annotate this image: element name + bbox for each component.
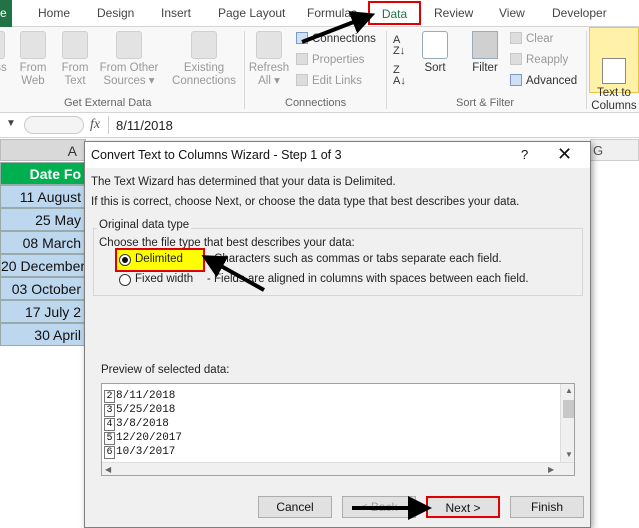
- funnel-icon: [472, 31, 498, 59]
- formula-bar: ▼ fx 8/11/2018: [0, 113, 639, 138]
- ribbon: ss From Web From Text From Other Sources…: [0, 27, 639, 113]
- sort-icon: [422, 31, 448, 59]
- cell-a4[interactable]: 08 March: [0, 231, 86, 254]
- instruction-text: If this is correct, choose Next, or choo…: [91, 196, 520, 208]
- detected-text: The Text Wizard has determined that your…: [91, 176, 396, 188]
- cell-a5[interactable]: 20 December: [0, 254, 86, 277]
- from-web-button[interactable]: From Web: [16, 31, 50, 88]
- tab-data[interactable]: Data: [368, 1, 421, 25]
- group-label-connections: Connections: [285, 97, 347, 109]
- tab-review[interactable]: Review: [434, 6, 473, 20]
- text-file-icon: [62, 31, 88, 59]
- properties-icon: [296, 53, 308, 65]
- group-divider: [386, 31, 387, 109]
- fixed-width-label[interactable]: Fixed width: [135, 273, 193, 285]
- advanced-filter-icon: [510, 74, 522, 86]
- preview-vertical-scrollbar[interactable]: ▲ ▼: [560, 384, 574, 462]
- folder-icon: [191, 31, 217, 59]
- delimited-description: - Characters such as commas or tabs sepa…: [207, 253, 502, 265]
- tab-home[interactable]: Home: [38, 6, 70, 20]
- preview-row: 2 8/11/2018: [104, 390, 175, 403]
- filter-button[interactable]: Filter: [466, 31, 504, 75]
- database-icon: [0, 31, 5, 59]
- tab-insert[interactable]: Insert: [161, 6, 191, 20]
- preview-row: 5 12/20/2017: [104, 432, 182, 445]
- edit-links-button[interactable]: Edit Links: [296, 74, 362, 87]
- cell-a1[interactable]: Date Fo: [0, 162, 86, 185]
- cell-a7[interactable]: 17 July 2: [0, 300, 86, 323]
- scroll-right-icon[interactable]: ▶: [548, 465, 554, 474]
- scroll-up-icon[interactable]: ▲: [565, 386, 573, 395]
- fixed-width-description: - Fields are aligned in columns with spa…: [207, 273, 529, 285]
- formula-divider: [108, 116, 109, 134]
- reapply-button[interactable]: Reapply: [510, 53, 568, 66]
- cell-a3[interactable]: 25 May: [0, 208, 86, 231]
- cell-a2[interactable]: 11 August: [0, 185, 86, 208]
- advanced-button[interactable]: Advanced: [510, 74, 577, 87]
- name-box-dropdown-icon[interactable]: ▼: [6, 118, 16, 129]
- delimited-radio[interactable]: [119, 254, 131, 266]
- cell-a8[interactable]: 30 April: [0, 323, 86, 346]
- preview-row: 4 3/8/2018: [104, 418, 169, 431]
- column-header-a[interactable]: A: [0, 139, 86, 161]
- text-to-columns-button[interactable]: Text to Columns: [589, 27, 639, 112]
- group-legend: Original data type: [97, 219, 192, 231]
- link-icon: [296, 74, 308, 86]
- cell-a6[interactable]: 03 October: [0, 277, 86, 300]
- group-divider: [244, 31, 245, 109]
- preview-row: 6 10/3/2017: [104, 446, 175, 459]
- tab-page-layout[interactable]: Page Layout: [218, 6, 285, 20]
- globe-icon: [20, 31, 46, 59]
- refresh-all-button[interactable]: Refresh All ▾: [248, 31, 290, 88]
- group-label-sort-filter: Sort & Filter: [456, 97, 515, 109]
- formula-input[interactable]: 8/11/2018: [116, 118, 173, 133]
- from-text-button[interactable]: From Text: [58, 31, 92, 88]
- tab-design[interactable]: Design: [97, 6, 134, 20]
- text-to-columns-icon: [602, 58, 626, 84]
- tab-file[interactable]: e: [0, 0, 12, 27]
- finish-button[interactable]: Finish: [510, 496, 584, 518]
- from-other-sources-button[interactable]: From Other Sources ▾: [96, 31, 162, 88]
- data-preview[interactable]: 2 8/11/2018 3 5/25/2018 4 3/8/2018 5 12/20/2…: [101, 383, 575, 476]
- existing-connections-button[interactable]: Existing Connections: [168, 31, 240, 88]
- preview-row: 3 5/25/2018: [104, 404, 175, 417]
- dialog-title-bar[interactable]: Convert Text to Columns Wizard - Step 1 …: [85, 142, 590, 168]
- delimited-label[interactable]: Delimited: [135, 253, 183, 265]
- back-button[interactable]: < Back: [342, 496, 416, 518]
- name-box[interactable]: [24, 116, 84, 134]
- scroll-left-icon[interactable]: ◀: [105, 465, 111, 474]
- sort-az-icon[interactable]: A Z↓: [393, 35, 405, 57]
- reapply-icon: [510, 53, 522, 65]
- refresh-icon: [256, 31, 282, 59]
- clear-filter-icon: [510, 32, 522, 44]
- database-icon: [116, 31, 142, 59]
- scrollbar-thumb[interactable]: [563, 400, 574, 418]
- clear-button[interactable]: Clear: [510, 32, 553, 45]
- dialog-title: Convert Text to Columns Wizard - Step 1 …: [91, 148, 342, 162]
- partial-left-button[interactable]: ss: [0, 31, 8, 75]
- fx-icon[interactable]: fx: [90, 117, 100, 133]
- sort-za-icon[interactable]: Z A↓: [393, 65, 406, 87]
- connections-icon: [296, 32, 308, 44]
- preview-label: Preview of selected data:: [101, 364, 230, 376]
- column-header-g[interactable]: G: [590, 139, 639, 161]
- cancel-button[interactable]: Cancel: [258, 496, 332, 518]
- connections-button[interactable]: Connections: [296, 32, 376, 45]
- help-button[interactable]: ?: [521, 147, 528, 162]
- next-button[interactable]: Next >: [426, 496, 500, 518]
- scroll-down-icon[interactable]: ▼: [565, 450, 573, 459]
- tab-developer[interactable]: Developer: [552, 6, 607, 20]
- tab-view[interactable]: View: [499, 6, 525, 20]
- ribbon-tab-bar: e Home Design Insert Page Layout Formula…: [0, 0, 639, 27]
- text-to-columns-dialog: Convert Text to Columns Wizard - Step 1 …: [84, 141, 591, 528]
- properties-button[interactable]: Properties: [296, 53, 364, 66]
- group-divider: [586, 31, 587, 109]
- fixed-width-radio[interactable]: [119, 274, 131, 286]
- close-icon[interactable]: ✕: [557, 144, 572, 165]
- group-label-get-external-data: Get External Data: [64, 97, 152, 109]
- tab-formulas[interactable]: Formulas: [307, 6, 357, 20]
- sort-button[interactable]: Sort: [418, 31, 452, 75]
- preview-horizontal-scrollbar[interactable]: ◀ ▶: [102, 462, 574, 475]
